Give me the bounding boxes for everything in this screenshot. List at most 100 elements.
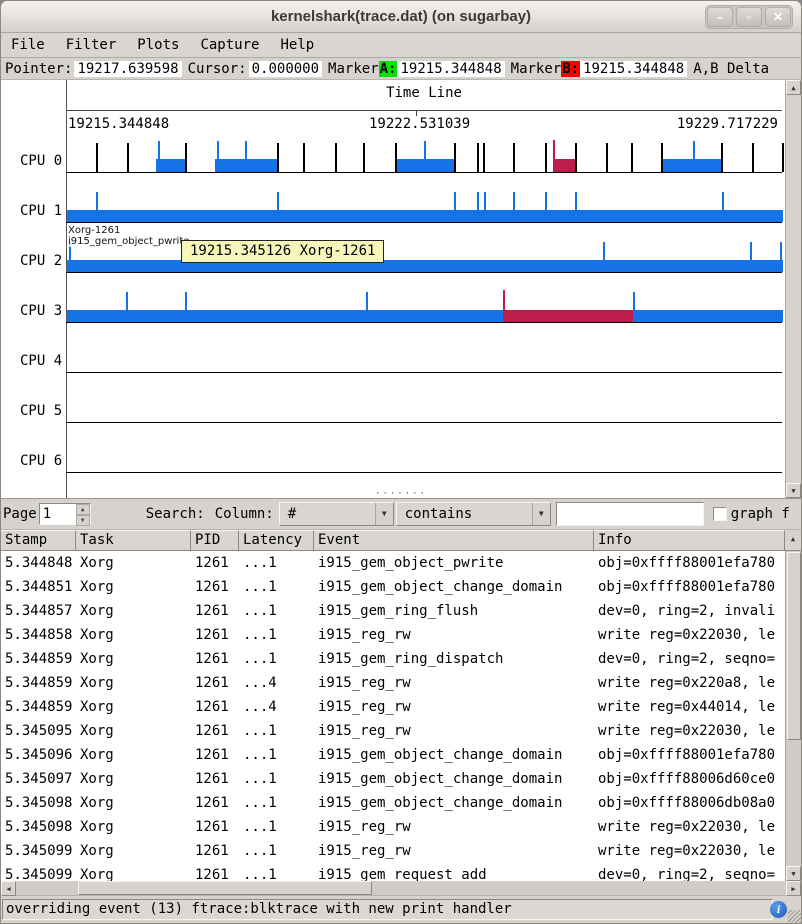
task-label: Xorg-1261 [68, 225, 120, 236]
table-hscroll-thumb[interactable] [78, 881, 372, 895]
pane-splitter-handle[interactable]: ······· [1, 491, 801, 497]
cell-task: Xorg [76, 867, 191, 881]
search-toolbar: Page ▲ ▼ Search: Column: # ▼ contains ▼ … [1, 499, 801, 530]
event-tick [477, 143, 479, 172]
marker-a-chip: A: [379, 61, 398, 77]
cell-pid: 1261 [191, 747, 239, 763]
page-spinner[interactable]: ▲ ▼ [39, 503, 91, 525]
cell-event: i915_gem_ring_dispatch [314, 651, 594, 667]
cell-info: write reg=0x22030, le [594, 627, 801, 643]
event-tick [782, 143, 784, 172]
header-latency[interactable]: Latency [239, 530, 314, 551]
graph-vertical-scrollbar[interactable]: ▲ ▼ [785, 80, 801, 498]
event-tick [575, 192, 577, 210]
cell-info: obj=0xffff88001efa780 [594, 579, 801, 595]
event-tick [693, 141, 695, 159]
event-tick [277, 192, 279, 210]
cell-pid: 1261 [191, 723, 239, 739]
chevron-down-icon[interactable]: ▼ [375, 503, 393, 525]
column-select[interactable]: # ▼ [279, 502, 394, 526]
menu-file[interactable]: File [11, 37, 45, 53]
task-span-blue [156, 159, 185, 172]
titlebar[interactable]: kernelshark(trace.dat) (on sugarbay) – ▫… [1, 1, 801, 33]
task-span-blue [661, 159, 720, 172]
scroll-up-icon[interactable]: ▲ [786, 80, 801, 95]
table-row[interactable]: 5.344859Xorg1261...4i915_reg_rwwrite reg… [1, 671, 801, 695]
header-task[interactable]: Task [76, 530, 191, 551]
maximize-button[interactable]: ▫ [736, 7, 762, 27]
spin-up-icon[interactable]: ▲ [76, 504, 90, 515]
search-input[interactable] [556, 502, 704, 526]
cell-pid: 1261 [191, 771, 239, 787]
time-axis [66, 110, 782, 111]
event-tick [424, 141, 426, 159]
operator-select[interactable]: contains ▼ [396, 502, 551, 526]
cell-task: Xorg [76, 579, 191, 595]
table-row[interactable]: 5.344848Xorg1261...1i915_gem_object_pwri… [1, 551, 801, 575]
table-horizontal-scrollbar[interactable]: ◀ ▶ [1, 881, 801, 896]
menu-help[interactable]: Help [280, 37, 314, 53]
menu-filter[interactable]: Filter [66, 37, 117, 53]
scroll-right-icon[interactable]: ▶ [786, 881, 801, 896]
table-row[interactable]: 5.344851Xorg1261...1i915_gem_object_chan… [1, 575, 801, 599]
header-info[interactable]: Info [594, 530, 785, 551]
table-row[interactable]: 5.344857Xorg1261...1i915_gem_ring_flushd… [1, 599, 801, 623]
table-row[interactable]: 5.344859Xorg1261...4i915_reg_rwwrite reg… [1, 695, 801, 719]
scroll-up-icon[interactable]: ▲ [785, 530, 801, 551]
cell-latency: ...1 [239, 843, 314, 859]
event-tick [245, 141, 247, 159]
cell-latency: ...4 [239, 675, 314, 691]
cell-stamp: 5.345099 [1, 867, 76, 881]
chevron-down-icon[interactable]: ▼ [532, 503, 550, 525]
menu-plots[interactable]: Plots [137, 37, 179, 53]
scroll-left-icon[interactable]: ◀ [1, 881, 16, 896]
close-button[interactable]: ✕ [765, 7, 791, 27]
scroll-down-icon[interactable]: ▼ [786, 866, 801, 881]
spin-down-icon[interactable]: ▼ [76, 515, 90, 526]
header-pid[interactable]: PID [191, 530, 239, 551]
graph-follows-label: graph f [731, 506, 790, 522]
cell-info: write reg=0x220a8, le [594, 675, 801, 691]
timeline-title: Time Line [66, 85, 782, 101]
cell-latency: ...1 [239, 819, 314, 835]
cpu-baseline [66, 372, 782, 373]
header-stamp[interactable]: Stamp [1, 530, 76, 551]
table-row[interactable]: 5.345099Xorg1261...1i915_gem_request_add… [1, 863, 801, 881]
cell-event: i915_gem_ring_flush [314, 603, 594, 619]
table-row[interactable]: 5.344858Xorg1261...1i915_reg_rwwrite reg… [1, 623, 801, 647]
cpu-row-label: CPU 3 [20, 303, 62, 319]
table-row[interactable]: 5.345095Xorg1261...1i915_reg_rwwrite reg… [1, 719, 801, 743]
header-event[interactable]: Event [314, 530, 594, 551]
table-vertical-scrollbar[interactable]: ▼ [785, 551, 801, 881]
cell-stamp: 5.344859 [1, 651, 76, 667]
task-span-red [553, 159, 574, 172]
cell-event: i915_gem_request_add [314, 867, 594, 881]
cpu-baseline [66, 422, 782, 423]
event-tick [96, 192, 98, 210]
menu-capture[interactable]: Capture [200, 37, 259, 53]
graph-follows-checkbox[interactable] [713, 507, 727, 521]
event-label: i915_gem_object_pwrite [68, 236, 189, 247]
timeline-graph[interactable]: Time Line 19215.344848 19222.531039 1922… [1, 80, 801, 499]
table-row[interactable]: 5.345098Xorg1261...1i915_gem_object_chan… [1, 791, 801, 815]
table-row[interactable]: 5.345096Xorg1261...1i915_gem_object_chan… [1, 743, 801, 767]
table-row[interactable]: 5.344859Xorg1261...1i915_gem_ring_dispat… [1, 647, 801, 671]
table-vscroll-thumb[interactable] [787, 552, 801, 740]
info-icon[interactable]: i [770, 901, 787, 918]
table-row[interactable]: 5.345097Xorg1261...1i915_gem_object_chan… [1, 767, 801, 791]
resize-grip[interactable] [788, 910, 801, 923]
cell-info: dev=0, ring=2, invali [594, 603, 801, 619]
cell-task: Xorg [76, 603, 191, 619]
table-row[interactable]: 5.345098Xorg1261...1i915_reg_rwwrite reg… [1, 815, 801, 839]
cell-event: i915_gem_object_change_domain [314, 795, 594, 811]
event-tick [366, 292, 368, 310]
page-input[interactable] [40, 504, 76, 524]
event-tick [513, 143, 515, 172]
cell-stamp: 5.345099 [1, 843, 76, 859]
minimize-button[interactable]: – [707, 7, 733, 27]
cell-event: i915_reg_rw [314, 723, 594, 739]
cell-pid: 1261 [191, 867, 239, 881]
task-span-red [503, 310, 633, 322]
window-controls: – ▫ ✕ [705, 5, 793, 29]
table-row[interactable]: 5.345099Xorg1261...1i915_reg_rwwrite reg… [1, 839, 801, 863]
